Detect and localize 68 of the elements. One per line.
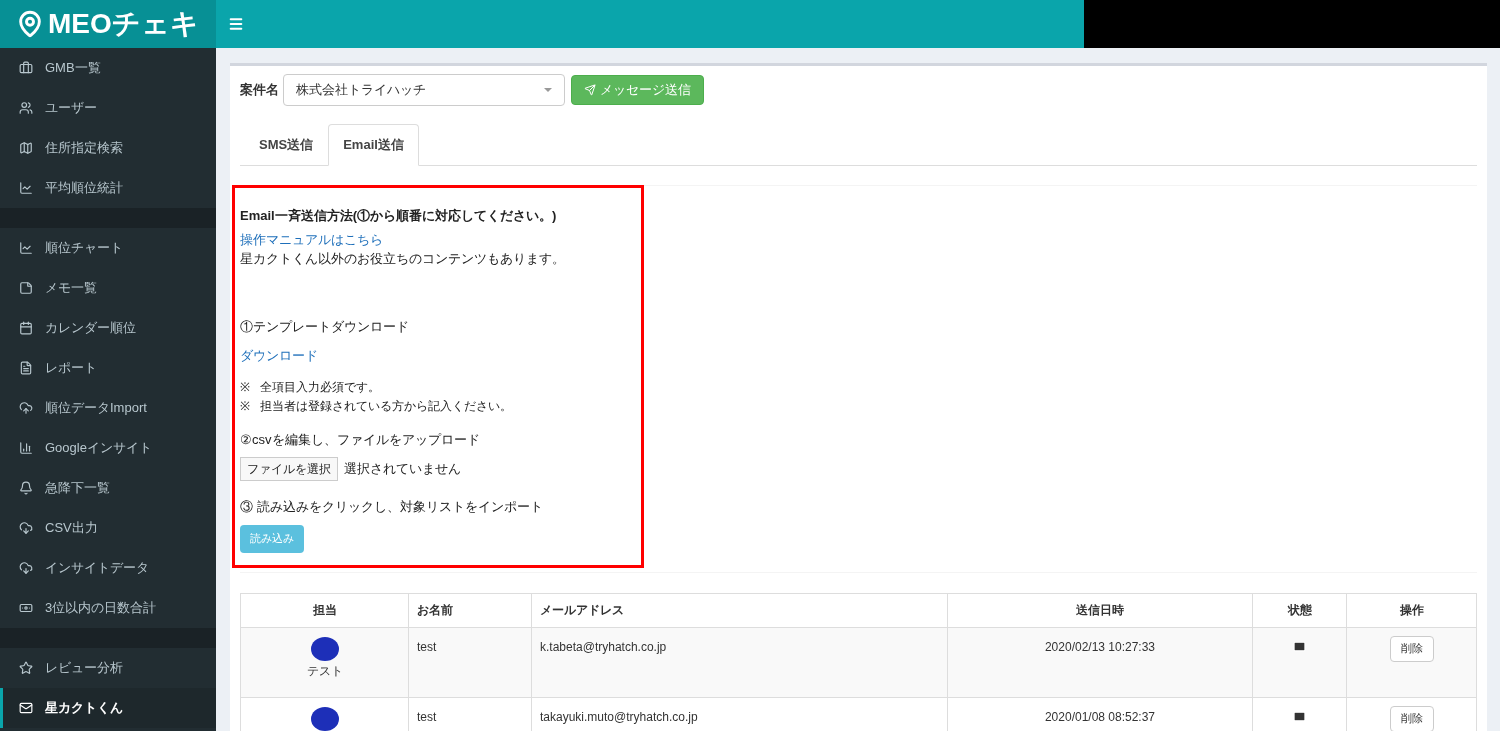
calendar-icon [19, 321, 33, 335]
step-text: ①テンプレートダウンロード [240, 317, 410, 336]
logo-text: MEOチェキ [48, 7, 199, 41]
mail-icon [1293, 639, 1306, 653]
tab[interactable]: SMS送信 [244, 124, 329, 166]
sidebar-item[interactable]: 順位チャート [0, 228, 216, 268]
sidebar-item[interactable]: GMB一覧 [0, 48, 216, 88]
sidebar-item[interactable]: Googleインサイト [0, 428, 216, 468]
cloud-upload-icon [19, 401, 33, 415]
company-select[interactable]: 株式会社トライハッチ [283, 74, 565, 106]
sidebar-item[interactable]: CSV出力 [0, 508, 216, 548]
remark-text: 全項目入力必須です。 [260, 378, 380, 396]
sidebar-item[interactable]: レビュー分析 [0, 648, 216, 688]
banknote-icon [19, 601, 33, 615]
sidebar-item[interactable]: 順位データImport [0, 388, 216, 428]
map-icon [19, 141, 33, 155]
manual-link[interactable]: 操作マニュアルはこちら [240, 231, 383, 247]
line-chart-icon [19, 241, 33, 255]
delete-button[interactable]: 削除 [1389, 705, 1434, 731]
cloud-download-icon [19, 561, 33, 575]
note-mark: ※ [240, 378, 250, 396]
table-cell: k.tabeta@tryhatch.co.jp [531, 627, 948, 697]
sidebar-item[interactable]: メモ一覧 [0, 268, 216, 308]
star-icon [19, 661, 33, 675]
step-text: ②csvを編集し、ファイルをアップロード [240, 430, 481, 449]
table-cell: 2020/02/13 10:27:33 [947, 627, 1253, 697]
sidebar-item[interactable]: 平均順位統計 [0, 168, 216, 208]
paper-plane-icon [584, 84, 596, 96]
person-name: テスト [306, 662, 343, 680]
map-pin-icon [16, 8, 44, 40]
sidebar-item[interactable]: 住所指定検索 [0, 128, 216, 168]
note-icon [19, 281, 33, 295]
sidebar-item[interactable]: インサイトデータ [0, 548, 216, 588]
instructions-title: Email一斉送信方法(①から順番に対応してください。) [240, 207, 558, 225]
sidebar-item[interactable]: 星カクトくん [0, 688, 216, 728]
tab[interactable]: Email送信 [328, 124, 419, 166]
column-header: お名前 [408, 593, 532, 627]
file-status: 選択されていません [344, 460, 461, 479]
column-header: 担当 [240, 593, 409, 627]
sidebar-item[interactable]: カレンダー順位 [0, 308, 216, 348]
menu-icon[interactable] [228, 16, 244, 32]
step-text: ③ 読み込みをクリックし、対象リストをインポート [240, 498, 544, 516]
sidebar-item[interactable]: 3位以内の日数合計 [0, 588, 216, 628]
download-link[interactable]: ダウンロード [240, 348, 318, 363]
field-label: 案件名 [240, 81, 279, 100]
users-icon [19, 101, 33, 115]
choose-file-button[interactable]: ファイルを選択 [240, 457, 338, 481]
bell-icon [19, 481, 33, 495]
briefcase-icon [19, 61, 33, 75]
table-cell: test [408, 627, 532, 697]
sidebar-item[interactable]: ユーザー [0, 88, 216, 128]
note-text: 星カクトくん以外のお役立ちのコンテンツもあります。 [240, 250, 566, 268]
delete-button[interactable]: 削除 [1389, 635, 1434, 662]
sidebar-item[interactable]: レポート [0, 348, 216, 388]
document-icon [19, 361, 33, 375]
remark-text: 担当者は登録されている方から記入ください。 [260, 397, 512, 415]
line-chart-icon [19, 181, 33, 195]
column-header: メールアドレス [531, 593, 948, 627]
bar-chart-icon [19, 441, 33, 455]
column-header: 状態 [1252, 593, 1347, 627]
cloud-download-icon [19, 521, 33, 535]
note-mark: ※ [240, 397, 250, 415]
sidebar-item[interactable]: 急降下一覧 [0, 468, 216, 508]
column-header: 送信日時 [947, 593, 1253, 627]
column-header: 操作 [1346, 593, 1477, 627]
mail-icon [1293, 709, 1306, 723]
caret-icon [544, 88, 552, 92]
mail-icon [19, 701, 33, 715]
